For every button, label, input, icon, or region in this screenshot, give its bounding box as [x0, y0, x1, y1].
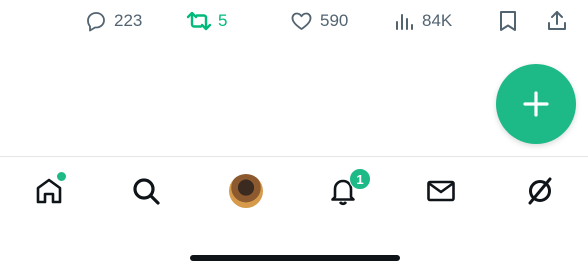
nav-search[interactable] [126, 171, 166, 211]
like-button[interactable]: 590 [289, 8, 348, 34]
bookmark-button[interactable] [497, 8, 519, 34]
nav-messages[interactable] [421, 171, 461, 211]
retweet-icon [186, 11, 212, 31]
analytics-icon [396, 14, 413, 30]
views-button[interactable]: 84K [394, 8, 452, 34]
like-count: 590 [320, 11, 349, 30]
nav-grok[interactable] [520, 171, 560, 211]
reply-icon [87, 12, 105, 32]
plus-icon [523, 91, 549, 117]
notification-badge: 1 [349, 168, 371, 190]
home-notification-dot [56, 171, 67, 182]
views-count: 84K [422, 11, 453, 30]
avatar [229, 174, 263, 208]
mail-icon [427, 180, 455, 202]
search-icon [133, 178, 160, 205]
compose-button[interactable] [496, 64, 576, 144]
share-icon [548, 11, 566, 30]
home-indicator [190, 255, 400, 261]
heart-icon [291, 12, 312, 30]
retweet-button[interactable]: 5 [186, 8, 227, 34]
grok-icon [528, 177, 552, 205]
nav-home[interactable] [29, 171, 69, 211]
tweet-action-bar: 223 5 590 84K [0, 0, 588, 42]
reply-button[interactable]: 223 [84, 8, 142, 34]
share-button[interactable] [545, 8, 569, 34]
bookmark-icon [500, 11, 516, 31]
bottom-nav: 1 [0, 157, 588, 223]
nav-communities[interactable] [226, 171, 266, 211]
nav-notifications[interactable]: 1 [323, 168, 371, 211]
reply-count: 223 [114, 11, 143, 30]
retweet-count: 5 [218, 11, 228, 30]
